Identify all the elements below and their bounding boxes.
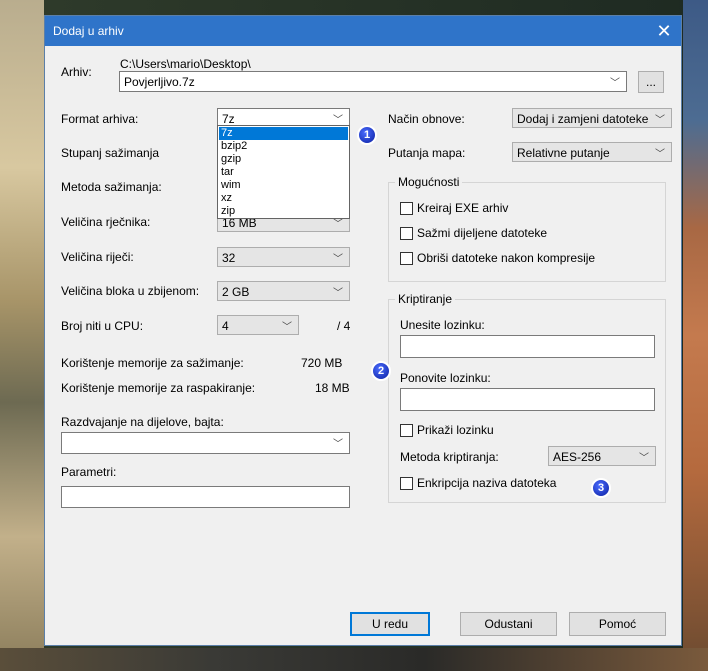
title-bar[interactable]: Dodaj u arhiv ✕ [45, 16, 681, 46]
chevron-down-icon[interactable]: ﹀ [655, 145, 665, 160]
help-button[interactable]: Pomoć [569, 612, 666, 636]
chevron-down-icon[interactable]: ﹀ [333, 250, 343, 265]
badge-3: 3 [591, 478, 611, 498]
update-label: Način obnove: [388, 112, 465, 126]
enc-method-label: Metoda kriptiranja: [400, 450, 499, 464]
chevron-down-icon[interactable]: ﹀ [333, 284, 343, 299]
chevron-down-icon[interactable]: ﹀ [333, 435, 343, 450]
update-value: Dodaj i zamjeni datoteke [517, 112, 649, 126]
password-input[interactable] [400, 335, 655, 358]
format-dropdown-list[interactable]: 7z bzip2 gzip tar wim xz zip [217, 125, 350, 219]
encrypt-names-label: Enkripcija naziva datoteka [417, 476, 557, 490]
window-title: Dodaj u arhiv [53, 24, 124, 38]
word-label: Veličina riječi: [61, 250, 134, 264]
encryption-title: Kriptiranje [395, 292, 456, 306]
encrypt-names-checkbox[interactable] [400, 477, 413, 490]
format-option-wim[interactable]: wim [219, 179, 348, 192]
sfx-checkbox[interactable] [400, 202, 413, 215]
threads-combo[interactable]: 4 ﹀ [217, 315, 299, 335]
archive-label: Arhiv: [61, 65, 92, 79]
mem-decompress-value: 18 MB [315, 381, 350, 395]
add-to-archive-dialog: Dodaj u arhiv ✕ Arhiv: C:\Users\mario\De… [44, 15, 682, 646]
ok-button[interactable]: U redu [350, 612, 430, 636]
sfx-label: Kreiraj EXE arhiv [417, 201, 509, 215]
paths-combo[interactable]: Relativne putanje ﹀ [512, 142, 672, 162]
format-value: 7z [222, 112, 235, 126]
password-repeat-label: Ponovite lozinku: [400, 371, 491, 385]
chevron-down-icon[interactable]: ﹀ [610, 74, 620, 89]
background-bottom [0, 648, 708, 671]
update-combo[interactable]: Dodaj i zamjeni datoteke ﹀ [512, 108, 672, 128]
mem-compress-value: 720 MB [301, 356, 343, 370]
options-title: Mogućnosti [395, 175, 463, 189]
split-label: Razdvajanje na dijelove, bajta: [61, 415, 224, 429]
params-input[interactable] [61, 486, 350, 508]
password-label: Unesite lozinku: [400, 318, 485, 332]
password-repeat-input[interactable] [400, 388, 655, 411]
threads-value: 4 [222, 319, 229, 333]
show-password-checkbox[interactable] [400, 424, 413, 437]
background-left [0, 0, 44, 671]
mem-decompress-label: Korištenje memorije za raspakiranje: [61, 381, 256, 395]
background-right [683, 0, 708, 671]
chevron-down-icon[interactable]: ﹀ [282, 318, 292, 333]
block-label: Veličina bloka u zbijenom: [61, 284, 200, 298]
method-label: Metoda sažimanja: [61, 180, 162, 194]
split-combo[interactable]: ﹀ [61, 432, 350, 454]
shared-checkbox[interactable] [400, 227, 413, 240]
chevron-down-icon[interactable]: ﹀ [333, 111, 343, 126]
browse-button[interactable]: ... [638, 71, 664, 93]
chevron-down-icon[interactable]: ﹀ [639, 449, 649, 464]
close-icon: ✕ [656, 21, 672, 41]
threads-total: / 4 [337, 319, 351, 333]
block-value: 2 GB [222, 285, 250, 299]
shared-label: Sažmi dijeljene datoteke [417, 226, 548, 240]
dict-label: Veličina rječnika: [61, 215, 151, 229]
format-option-zip[interactable]: zip [219, 205, 348, 218]
paths-label: Putanja mapa: [388, 146, 466, 160]
enc-method-value: AES-256 [553, 450, 602, 464]
chevron-down-icon[interactable]: ﹀ [655, 111, 665, 126]
archive-path: C:\Users\mario\Desktop\ [120, 57, 251, 71]
format-option-gzip[interactable]: gzip [219, 153, 348, 166]
badge-1: 1 [357, 125, 377, 145]
format-option-tar[interactable]: tar [219, 166, 348, 179]
mem-compress-label: Korištenje memorije za sažimanje: [61, 356, 244, 370]
archive-name-value: Povjerljivo.7z [124, 75, 195, 89]
format-option-7z[interactable]: 7z [219, 127, 348, 140]
cancel-button[interactable]: Odustani [460, 612, 557, 636]
delete-checkbox[interactable] [400, 252, 413, 265]
archive-name-combo[interactable]: Povjerljivo.7z ﹀ [119, 71, 627, 92]
level-label: Stupanj sažimanja [61, 146, 160, 160]
format-option-bzip2[interactable]: bzip2 [219, 140, 348, 153]
enc-method-combo[interactable]: AES-256 ﹀ [548, 446, 656, 466]
delete-label: Obriši datoteke nakon kompresije [417, 251, 596, 265]
format-label: Format arhiva: [61, 112, 139, 126]
format-option-xz[interactable]: xz [219, 192, 348, 205]
show-password-label: Prikaži lozinku [417, 423, 494, 437]
word-combo[interactable]: 32 ﹀ [217, 247, 350, 267]
threads-label: Broj niti u CPU: [61, 319, 144, 333]
badge-2: 2 [371, 361, 391, 381]
word-value: 32 [222, 251, 236, 265]
params-label: Parametri: [61, 465, 117, 479]
block-combo[interactable]: 2 GB ﹀ [217, 281, 350, 301]
close-button[interactable]: ✕ [651, 19, 677, 43]
paths-value: Relativne putanje [517, 146, 610, 160]
